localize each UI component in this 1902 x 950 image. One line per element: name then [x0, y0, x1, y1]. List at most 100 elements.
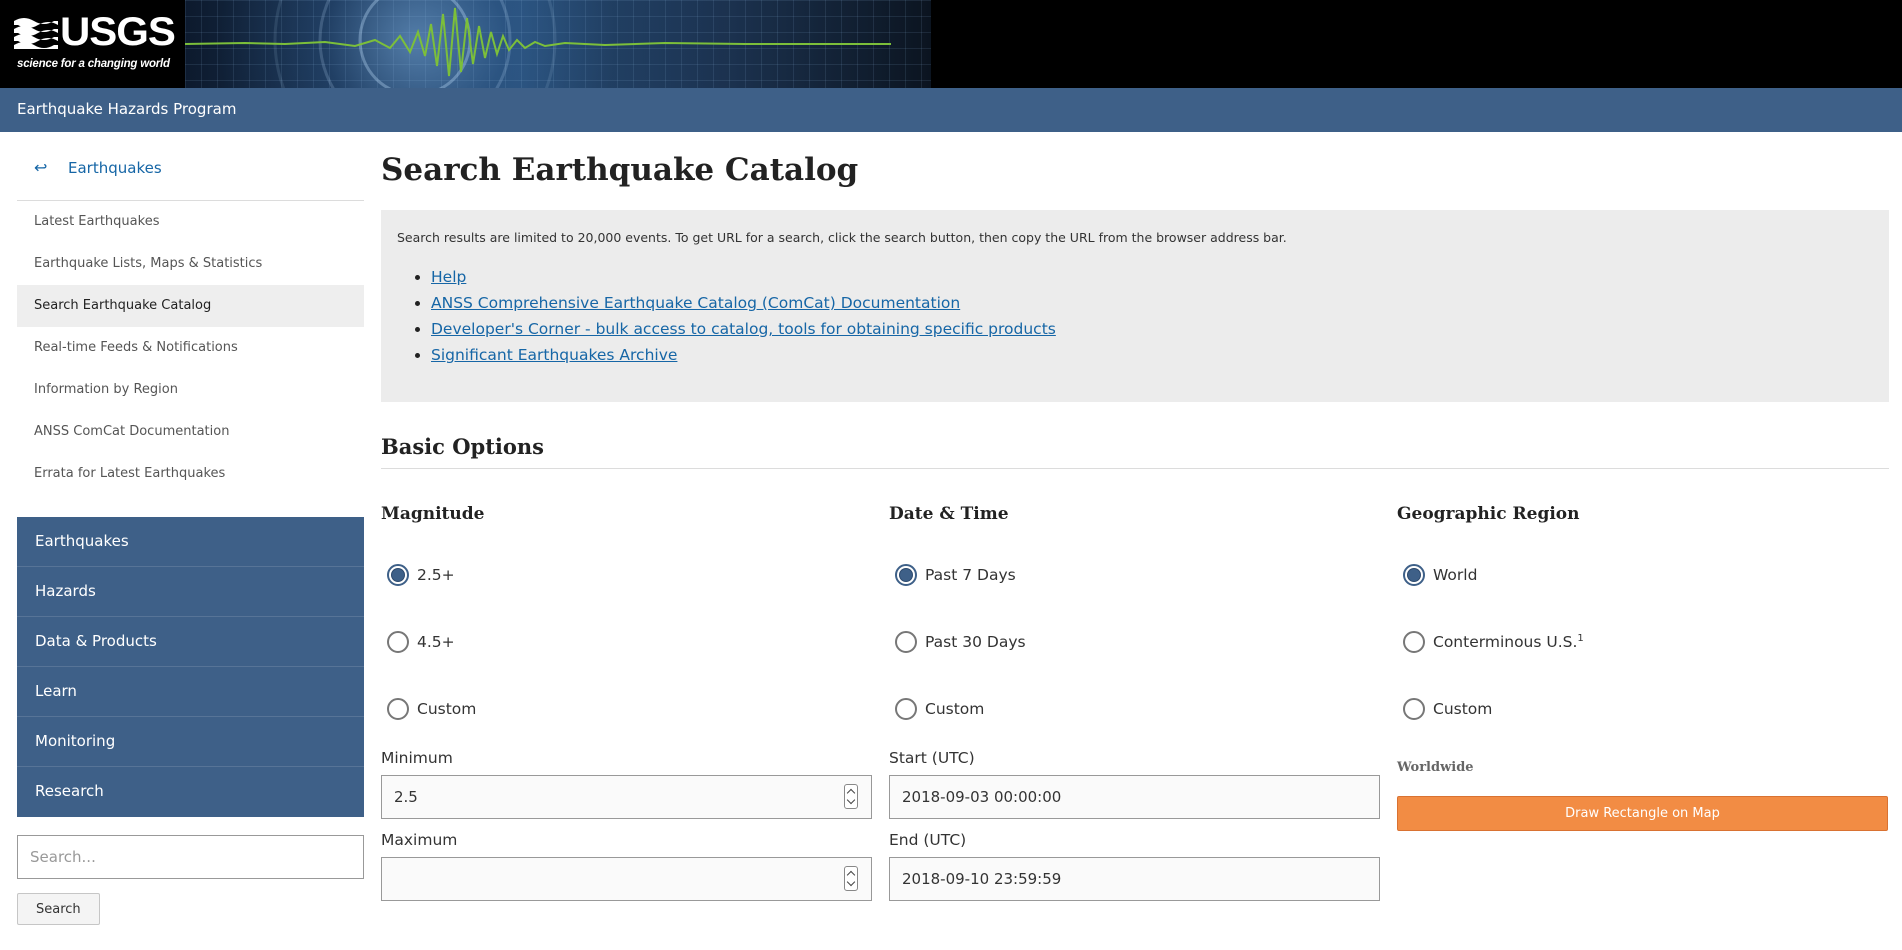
section-nav-label: Research: [35, 782, 104, 800]
end-time-input[interactable]: [889, 857, 1380, 901]
usgs-wave-icon: [14, 18, 58, 49]
section-nav-data-products[interactable]: Data & Products: [17, 617, 364, 667]
radio-label: Past 7 Days: [925, 566, 1016, 584]
datetime-heading: Date & Time: [889, 504, 1009, 524]
section-nav-label: Learn: [35, 682, 77, 700]
section-nav: Earthquakes Hazards Data & Products Lear…: [17, 517, 364, 817]
significant-earthquakes-link[interactable]: Significant Earthquakes Archive: [431, 346, 1056, 372]
magnitude-option-4-5[interactable]: 4.5+: [381, 627, 781, 657]
site-search-button[interactable]: Search: [17, 893, 100, 925]
radio-label: 4.5+: [417, 633, 455, 651]
side-nav-label: Earthquake Lists, Maps & Statistics: [34, 256, 263, 271]
program-bar: Earthquake Hazards Program: [0, 88, 1902, 132]
back-link-label: Earthquakes: [68, 159, 162, 177]
side-nav-latest-earthquakes[interactable]: Latest Earthquakes: [17, 201, 364, 243]
minimum-stepper-icon[interactable]: [844, 784, 858, 809]
side-nav-label: Real-time Feeds & Notifications: [34, 340, 238, 355]
radio-label: Custom: [1433, 700, 1493, 718]
radio-label: Conterminous U.S.1: [1433, 633, 1584, 651]
radio-button[interactable]: [895, 631, 917, 653]
program-name[interactable]: Earthquake Hazards Program: [17, 100, 236, 118]
radio-button[interactable]: [895, 698, 917, 720]
region-heading: Geographic Region: [1397, 504, 1580, 524]
side-nav-realtime-feeds[interactable]: Real-time Feeds & Notifications: [17, 327, 364, 369]
datetime-section: Date & Time Past 7 Days Past 30 Days Cus…: [889, 504, 1380, 901]
maximum-magnitude-input[interactable]: [381, 857, 872, 901]
section-divider: [381, 468, 1889, 469]
datetime-option-past-7-days[interactable]: Past 7 Days: [889, 560, 1289, 590]
section-nav-hazards[interactable]: Hazards: [17, 567, 364, 617]
magnitude-option-2-5[interactable]: 2.5+: [381, 560, 781, 590]
section-nav-earthquakes[interactable]: Earthquakes: [17, 517, 364, 567]
radio-button[interactable]: [387, 698, 409, 720]
radio-button[interactable]: [387, 631, 409, 653]
datetime-option-custom[interactable]: Custom: [889, 694, 1289, 724]
page-title: Search Earthquake Catalog: [381, 152, 859, 188]
start-time-input[interactable]: [889, 775, 1380, 819]
side-nav-label: Search Earthquake Catalog: [34, 298, 212, 313]
radio-label: Custom: [925, 700, 985, 718]
back-arrow-icon: ↩: [34, 158, 48, 177]
region-option-custom[interactable]: Custom: [1397, 694, 1797, 724]
link-text: ANSS Comprehensive Earthquake Catalog (C…: [431, 294, 961, 312]
region-option-conterminous-us[interactable]: Conterminous U.S.1: [1397, 627, 1797, 657]
help-link[interactable]: Help: [431, 268, 1056, 294]
side-nav-label: ANSS ComCat Documentation: [34, 424, 230, 439]
site-header: USGS science for a changing world: [0, 0, 1902, 88]
radio-button[interactable]: [895, 564, 917, 586]
maximum-magnitude-label: Maximum: [381, 831, 458, 849]
datetime-option-past-30-days[interactable]: Past 30 Days: [889, 627, 1289, 657]
maximum-stepper-icon[interactable]: [844, 866, 858, 891]
site-search-input[interactable]: [17, 835, 364, 879]
logo-title: USGS: [60, 10, 176, 54]
radio-label: Custom: [417, 700, 477, 718]
radio-button[interactable]: [387, 564, 409, 586]
minimum-magnitude-label: Minimum: [381, 749, 453, 767]
radio-label-text: Conterminous U.S.: [1433, 633, 1578, 651]
back-to-earthquakes-link[interactable]: ↩ Earthquakes: [17, 132, 364, 201]
side-nav-search-catalog[interactable]: Search Earthquake Catalog: [17, 285, 364, 327]
seismogram-wave-icon: [185, 0, 891, 88]
section-nav-learn[interactable]: Learn: [17, 667, 364, 717]
side-nav-comcat-documentation[interactable]: ANSS ComCat Documentation: [17, 411, 364, 453]
info-box: Search results are limited to 20,000 eve…: [381, 210, 1889, 402]
magnitude-section: Magnitude 2.5+ 4.5+ Custom Minimum Maxim…: [381, 504, 872, 901]
sidebar: ↩ Earthquakes Latest Earthquakes Earthqu…: [17, 132, 364, 925]
region-section: Geographic Region World Conterminous U.S…: [1397, 504, 1888, 831]
radio-button[interactable]: [1403, 564, 1425, 586]
side-nav-errata[interactable]: Errata for Latest Earthquakes: [17, 453, 364, 495]
section-nav-label: Monitoring: [35, 732, 116, 750]
radio-button[interactable]: [1403, 698, 1425, 720]
magnitude-heading: Magnitude: [381, 504, 485, 524]
seismogram-banner: [185, 0, 931, 88]
region-option-world[interactable]: World: [1397, 560, 1797, 590]
radio-label: World: [1433, 566, 1478, 584]
side-nav-label: Information by Region: [34, 382, 178, 397]
magnitude-option-custom[interactable]: Custom: [381, 694, 781, 724]
usgs-logo[interactable]: USGS science for a changing world: [0, 0, 185, 88]
side-nav-label: Latest Earthquakes: [34, 214, 160, 229]
side-nav: Latest Earthquakes Earthquake Lists, Map…: [17, 201, 364, 495]
comcat-documentation-link[interactable]: ANSS Comprehensive Earthquake Catalog (C…: [431, 294, 1056, 320]
link-text: Help: [431, 268, 467, 286]
side-nav-label: Errata for Latest Earthquakes: [34, 466, 226, 481]
section-nav-label: Earthquakes: [35, 532, 129, 550]
basic-options-heading: Basic Options: [381, 434, 545, 459]
start-time-label: Start (UTC): [889, 749, 975, 767]
section-nav-monitoring[interactable]: Monitoring: [17, 717, 364, 767]
side-nav-lists-maps-statistics[interactable]: Earthquake Lists, Maps & Statistics: [17, 243, 364, 285]
end-time-label: End (UTC): [889, 831, 967, 849]
developers-corner-link[interactable]: Developer's Corner - bulk access to cata…: [431, 320, 1056, 346]
region-selection-note: Worldwide: [1397, 760, 1474, 775]
radio-button[interactable]: [1403, 631, 1425, 653]
radio-label: 2.5+: [417, 566, 455, 584]
side-nav-information-by-region[interactable]: Information by Region: [17, 369, 364, 411]
draw-rectangle-button[interactable]: Draw Rectangle on Map: [1397, 796, 1888, 831]
link-text: Significant Earthquakes Archive: [431, 346, 678, 364]
info-links: Help ANSS Comprehensive Earthquake Catal…: [431, 268, 1056, 372]
section-nav-label: Data & Products: [35, 632, 157, 650]
radio-label: Past 30 Days: [925, 633, 1026, 651]
section-nav-label: Hazards: [35, 582, 96, 600]
minimum-magnitude-input[interactable]: [381, 775, 872, 819]
section-nav-research[interactable]: Research: [17, 767, 364, 817]
